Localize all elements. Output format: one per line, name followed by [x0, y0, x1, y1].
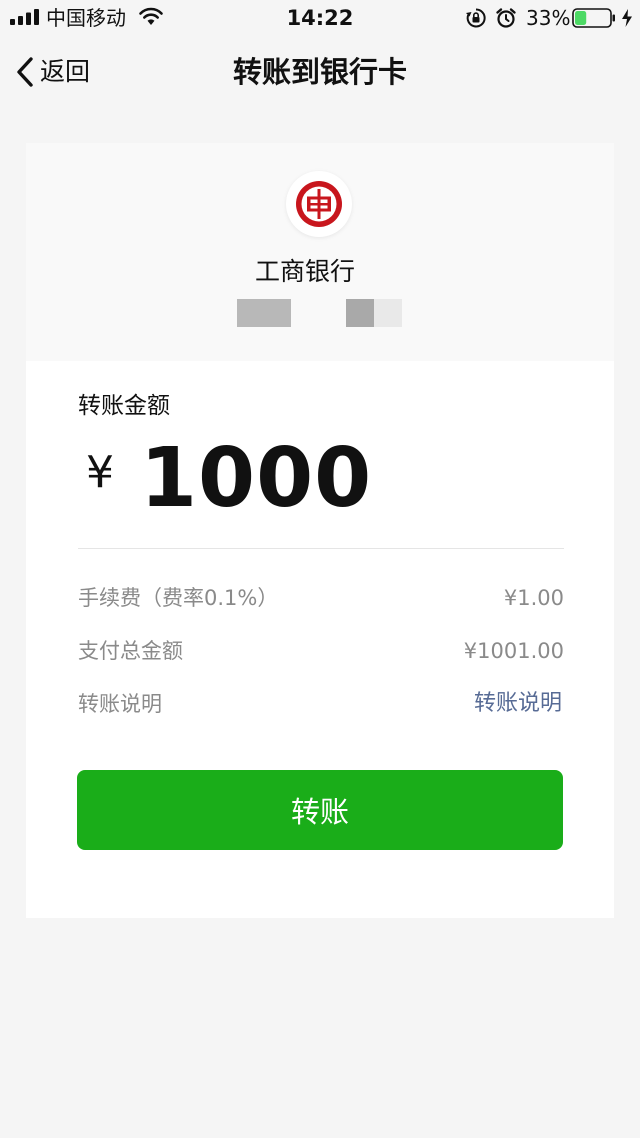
divider: [78, 548, 564, 549]
description-link[interactable]: 转账说明: [474, 687, 562, 721]
icbc-logo-icon: [286, 171, 352, 237]
navigation-bar: 返回 转账到银行卡: [0, 36, 640, 108]
masked-account-block: [237, 299, 291, 327]
bank-name: 工商银行: [254, 257, 355, 286]
description-row: 转账说明 转账说明: [78, 687, 564, 721]
description-label: 转账说明: [78, 692, 162, 716]
amount-value: 1000: [140, 431, 373, 526]
bank-info-section: 工商银行: [26, 143, 614, 361]
fee-row: 手续费（费率0.1%） ¥1.00: [78, 581, 564, 615]
charging-icon: [622, 9, 632, 27]
total-row: 支付总金额 ¥1001.00: [78, 634, 564, 668]
masked-account-block: [374, 299, 402, 327]
total-label: 支付总金额: [78, 639, 183, 663]
currency-symbol: ¥: [86, 447, 114, 498]
transfer-card: 工商银行 转账金额 ¥ 1000 手续费（费率0.1%） ¥1.00 支付总金额…: [26, 143, 614, 918]
transfer-button[interactable]: 转账: [77, 770, 563, 850]
masked-account-block: [346, 299, 374, 327]
total-value: ¥1001.00: [463, 639, 564, 663]
rotation-lock-icon: [466, 8, 486, 28]
amount-label: 转账金额: [78, 393, 170, 419]
fee-value: ¥1.00: [503, 586, 564, 610]
alarm-icon: [496, 8, 516, 28]
fee-label: 手续费（费率0.1%）: [78, 586, 279, 610]
battery-percent: 33%: [526, 6, 571, 30]
battery-icon: [572, 8, 615, 28]
page-title: 转账到银行卡: [232, 55, 407, 89]
status-bar: 中国移动 14:22 33%: [0, 0, 640, 36]
